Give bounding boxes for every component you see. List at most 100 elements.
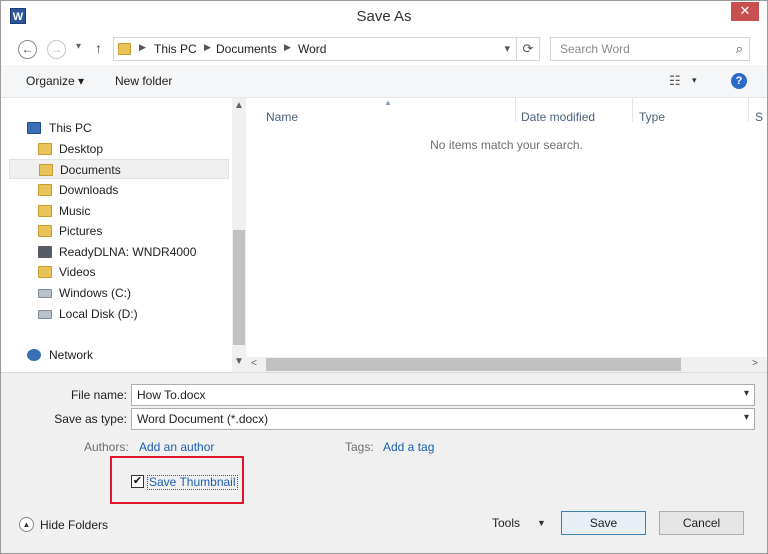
- scrollbar-thumb[interactable]: [233, 230, 245, 345]
- search-placeholder: Search Word: [560, 42, 630, 56]
- search-icon[interactable]: ⌕: [736, 41, 743, 57]
- scroll-left-icon[interactable]: <: [251, 358, 257, 369]
- sidebar-item-label: Local Disk (D:): [59, 307, 138, 321]
- save-as-type-label: Save as type:: [54, 412, 127, 426]
- breadcrumb-this-pc[interactable]: This PC: [154, 42, 197, 56]
- tags-label: Tags:: [345, 440, 374, 454]
- sidebar-item-music[interactable]: Music: [9, 201, 229, 221]
- help-icon[interactable]: ?: [731, 73, 747, 89]
- folder-icon: [38, 205, 52, 217]
- column-header-type[interactable]: Type: [639, 110, 665, 124]
- column-header-date-modified[interactable]: Date modified: [521, 110, 595, 124]
- sidebar-item-pictures[interactable]: Pictures: [9, 221, 229, 241]
- sidebar-item-label: Documents: [60, 163, 121, 177]
- computer-icon: [27, 122, 41, 134]
- authors-label: Authors:: [84, 440, 129, 454]
- folder-icon: [38, 143, 52, 155]
- folder-icon: [39, 164, 53, 176]
- navigation-pane: This PC Desktop Documents Downloads Musi…: [1, 98, 232, 372]
- file-name-field[interactable]: How To.docx ▾: [131, 384, 755, 406]
- save-as-dialog: W Save As ✕ ← → ▾ ↑ ▶ This PC ▶ Document…: [0, 0, 768, 554]
- sidebar-item-windows-c[interactable]: Windows (C:): [9, 283, 229, 303]
- command-toolbar: Organize ▾ New folder ☷ ▾ ?: [1, 65, 767, 98]
- sidebar-item-documents[interactable]: Documents: [9, 159, 229, 179]
- column-header-name[interactable]: Name: [266, 110, 298, 124]
- empty-folder-message: No items match your search.: [430, 138, 583, 152]
- chevron-down-icon[interactable]: ▼: [537, 518, 546, 528]
- folder-icon: [38, 184, 52, 196]
- file-list-scrollbar[interactable]: < >: [246, 357, 767, 372]
- chevron-down-icon[interactable]: ▾: [692, 75, 697, 86]
- search-input[interactable]: Search Word ⌕: [550, 37, 750, 61]
- sidebar-item-label: Pictures: [59, 224, 103, 238]
- tools-button[interactable]: Tools: [492, 516, 520, 530]
- scrollbar-thumb[interactable]: [266, 358, 681, 371]
- sidebar-item-downloads[interactable]: Downloads: [9, 180, 229, 200]
- up-button[interactable]: ↑: [95, 40, 102, 56]
- column-divider[interactable]: [632, 98, 633, 122]
- sort-ascending-icon: ▲: [384, 98, 392, 107]
- scroll-up-icon[interactable]: ▲: [234, 100, 244, 111]
- recent-locations-button[interactable]: ▾: [76, 41, 81, 52]
- column-divider[interactable]: [515, 98, 516, 122]
- scroll-down-icon[interactable]: ▼: [234, 356, 244, 367]
- save-options-panel: File name: How To.docx ▾ Save as type: W…: [1, 372, 767, 553]
- sidebar-item-desktop[interactable]: Desktop: [9, 139, 229, 159]
- chevron-down-icon[interactable]: ▾: [744, 412, 749, 423]
- breadcrumb-separator-icon[interactable]: ▶: [284, 42, 291, 53]
- column-divider[interactable]: [748, 98, 749, 122]
- add-author-link[interactable]: Add an author: [139, 440, 214, 454]
- sidebar-item-label: Videos: [59, 265, 96, 279]
- chevron-down-icon[interactable]: ▾: [504, 42, 510, 55]
- collapse-icon: ▲: [19, 517, 34, 532]
- sidebar-item-local-disk-d[interactable]: Local Disk (D:): [9, 304, 229, 324]
- save-as-type-select[interactable]: Word Document (*.docx) ▾: [131, 408, 755, 430]
- save-thumbnail-label[interactable]: Save Thumbnail: [147, 475, 238, 490]
- sidebar-item-label: Desktop: [59, 142, 104, 156]
- save-thumbnail-checkbox[interactable]: ✔: [131, 475, 144, 488]
- close-button[interactable]: ✕: [731, 2, 759, 21]
- drive-icon: [38, 310, 52, 319]
- sidebar-item-label: This PC: [49, 121, 92, 135]
- folder-icon: [38, 266, 52, 278]
- refresh-button[interactable]: ⟳: [516, 37, 540, 61]
- media-server-icon: [38, 246, 52, 258]
- file-list[interactable]: ▲ Name Date modified Type S No items mat…: [246, 98, 767, 372]
- scroll-right-icon[interactable]: >: [752, 358, 758, 369]
- address-bar[interactable]: ▶ This PC ▶ Documents ▶ Word ▾: [113, 37, 517, 61]
- breadcrumb-documents[interactable]: Documents: [216, 42, 277, 56]
- sidebar-item-this-pc[interactable]: This PC: [1, 118, 221, 138]
- back-button[interactable]: ←: [18, 40, 37, 59]
- chevron-down-icon[interactable]: ▾: [744, 388, 749, 399]
- file-name-value[interactable]: How To.docx: [137, 388, 205, 402]
- breadcrumb-separator-icon[interactable]: ▶: [204, 42, 211, 53]
- navigation-bar: ← → ▾ ↑ ▶ This PC ▶ Documents ▶ Word ▾ ⟳…: [1, 32, 767, 65]
- add-tag-link[interactable]: Add a tag: [383, 440, 434, 454]
- folder-icon: [38, 225, 52, 237]
- folder-icon: [118, 43, 131, 55]
- network-icon: [27, 349, 41, 361]
- sidebar-item-label: Network: [49, 348, 94, 362]
- navigation-scrollbar[interactable]: ▲ ▼: [232, 98, 246, 372]
- title-bar: W Save As ✕: [1, 1, 767, 32]
- dialog-title: Save As: [356, 8, 412, 25]
- save-button[interactable]: Save: [561, 511, 646, 535]
- save-as-type-value[interactable]: Word Document (*.docx): [137, 412, 268, 426]
- sidebar-item-label: ReadyDLNA: WNDR4000: [59, 245, 197, 259]
- file-name-label: File name:: [70, 388, 127, 402]
- change-view-icon[interactable]: ☷: [669, 73, 681, 89]
- sidebar-item-label: Downloads: [59, 183, 119, 197]
- sidebar-item-videos[interactable]: Videos: [9, 262, 229, 282]
- sidebar-item-readydlna[interactable]: ReadyDLNA: WNDR4000: [9, 242, 229, 262]
- forward-button[interactable]: →: [47, 40, 66, 59]
- organize-button[interactable]: Organize ▾: [26, 74, 84, 88]
- drive-icon: [38, 289, 52, 298]
- breadcrumb-separator-icon[interactable]: ▶: [139, 42, 146, 53]
- breadcrumb-word[interactable]: Word: [298, 42, 326, 56]
- sidebar-item-label: Windows (C:): [59, 286, 132, 300]
- new-folder-button[interactable]: New folder: [115, 74, 172, 88]
- cancel-button[interactable]: Cancel: [659, 511, 744, 535]
- hide-folders-label: Hide Folders: [40, 518, 109, 532]
- column-header-size[interactable]: S: [755, 110, 763, 124]
- sidebar-item-network[interactable]: Network: [1, 345, 221, 365]
